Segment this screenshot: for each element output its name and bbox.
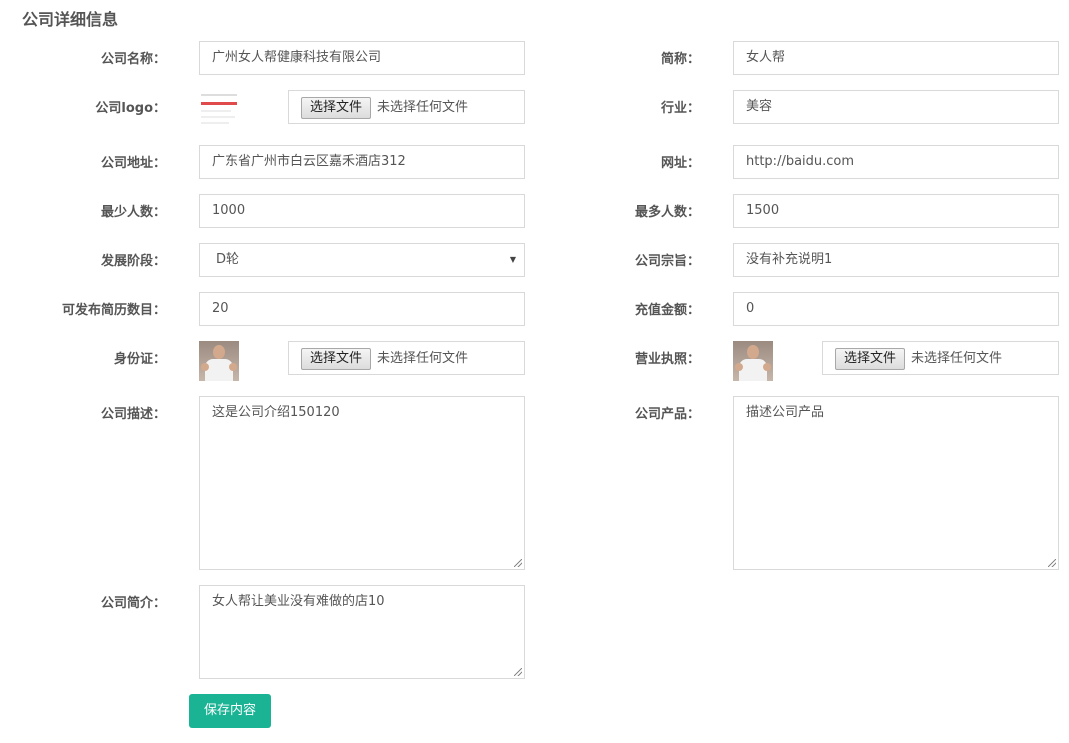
save-button[interactable]: 保存内容 [189,694,271,728]
intro-label: 公司简介： [100,596,166,611]
license-file-input[interactable]: 选择文件 未选择任何文件 [822,341,1059,375]
stage-selected-value: D轮 [216,252,240,267]
address-input[interactable]: 广东省广州市白云区嘉禾酒店312 [199,145,525,179]
resume-quota-label: 可发布简历数目： [61,303,166,318]
intro-text: 女人帮让美业没有难做的店10 [212,594,385,609]
products-text: 描述公司产品 [746,405,825,420]
industry-input[interactable]: 美容 [733,90,1059,124]
company-name-input[interactable]: 广州女人帮健康科技有限公司 [199,41,525,75]
id-card-label: 身份证： [113,352,166,367]
logo-file-status: 未选择任何文件 [377,100,469,115]
address-label: 公司地址： [100,156,166,171]
website-label: 网址： [660,156,700,171]
resize-handle[interactable] [514,668,522,676]
short-name-label: 简称： [660,52,700,67]
page-title: 公司详细信息 [22,10,119,29]
stage-label: 发展阶段： [100,254,166,269]
max-staff-input[interactable]: 1500 [733,194,1059,228]
resize-handle[interactable] [1048,559,1056,567]
short-name-input[interactable]: 女人帮 [733,41,1059,75]
license-choose-file-button[interactable]: 选择文件 [835,348,906,370]
logo-choose-file-button[interactable]: 选择文件 [301,97,372,119]
website-input[interactable]: http://baidu.com [733,145,1059,179]
id-card-file-status: 未选择任何文件 [377,351,469,366]
logo-file-input[interactable]: 选择文件 未选择任何文件 [288,90,525,124]
license-file-status: 未选择任何文件 [911,351,1003,366]
license-label: 营业执照： [634,352,700,367]
license-thumbnail [733,341,773,381]
recharge-label: 充值金额： [634,303,700,318]
id-card-file-input[interactable]: 选择文件 未选择任何文件 [288,341,525,375]
resume-quota-input[interactable]: 20 [199,292,525,326]
description-text: 这是公司介绍150120 [212,405,340,420]
products-label: 公司产品： [634,407,700,422]
description-label: 公司描述： [100,407,166,422]
description-textarea[interactable]: 这是公司介绍150120 [199,396,525,570]
min-staff-input[interactable]: 1000 [199,194,525,228]
logo-thumbnail [199,90,239,130]
purpose-label: 公司宗旨： [634,254,700,269]
purpose-input[interactable]: 没有补充说明1 [733,243,1059,277]
id-card-choose-file-button[interactable]: 选择文件 [301,348,372,370]
intro-textarea[interactable]: 女人帮让美业没有难做的店10 [199,585,525,679]
min-staff-label: 最少人数： [100,205,166,220]
resize-handle[interactable] [514,559,522,567]
id-card-thumbnail [199,341,239,381]
stage-select[interactable]: D轮 [199,243,525,277]
company-name-label: 公司名称： [100,52,166,67]
products-textarea[interactable]: 描述公司产品 [733,396,1059,570]
logo-label: 公司logo： [95,101,166,116]
recharge-input[interactable]: 0 [733,292,1059,326]
max-staff-label: 最多人数： [634,205,700,220]
industry-label: 行业： [660,101,700,116]
